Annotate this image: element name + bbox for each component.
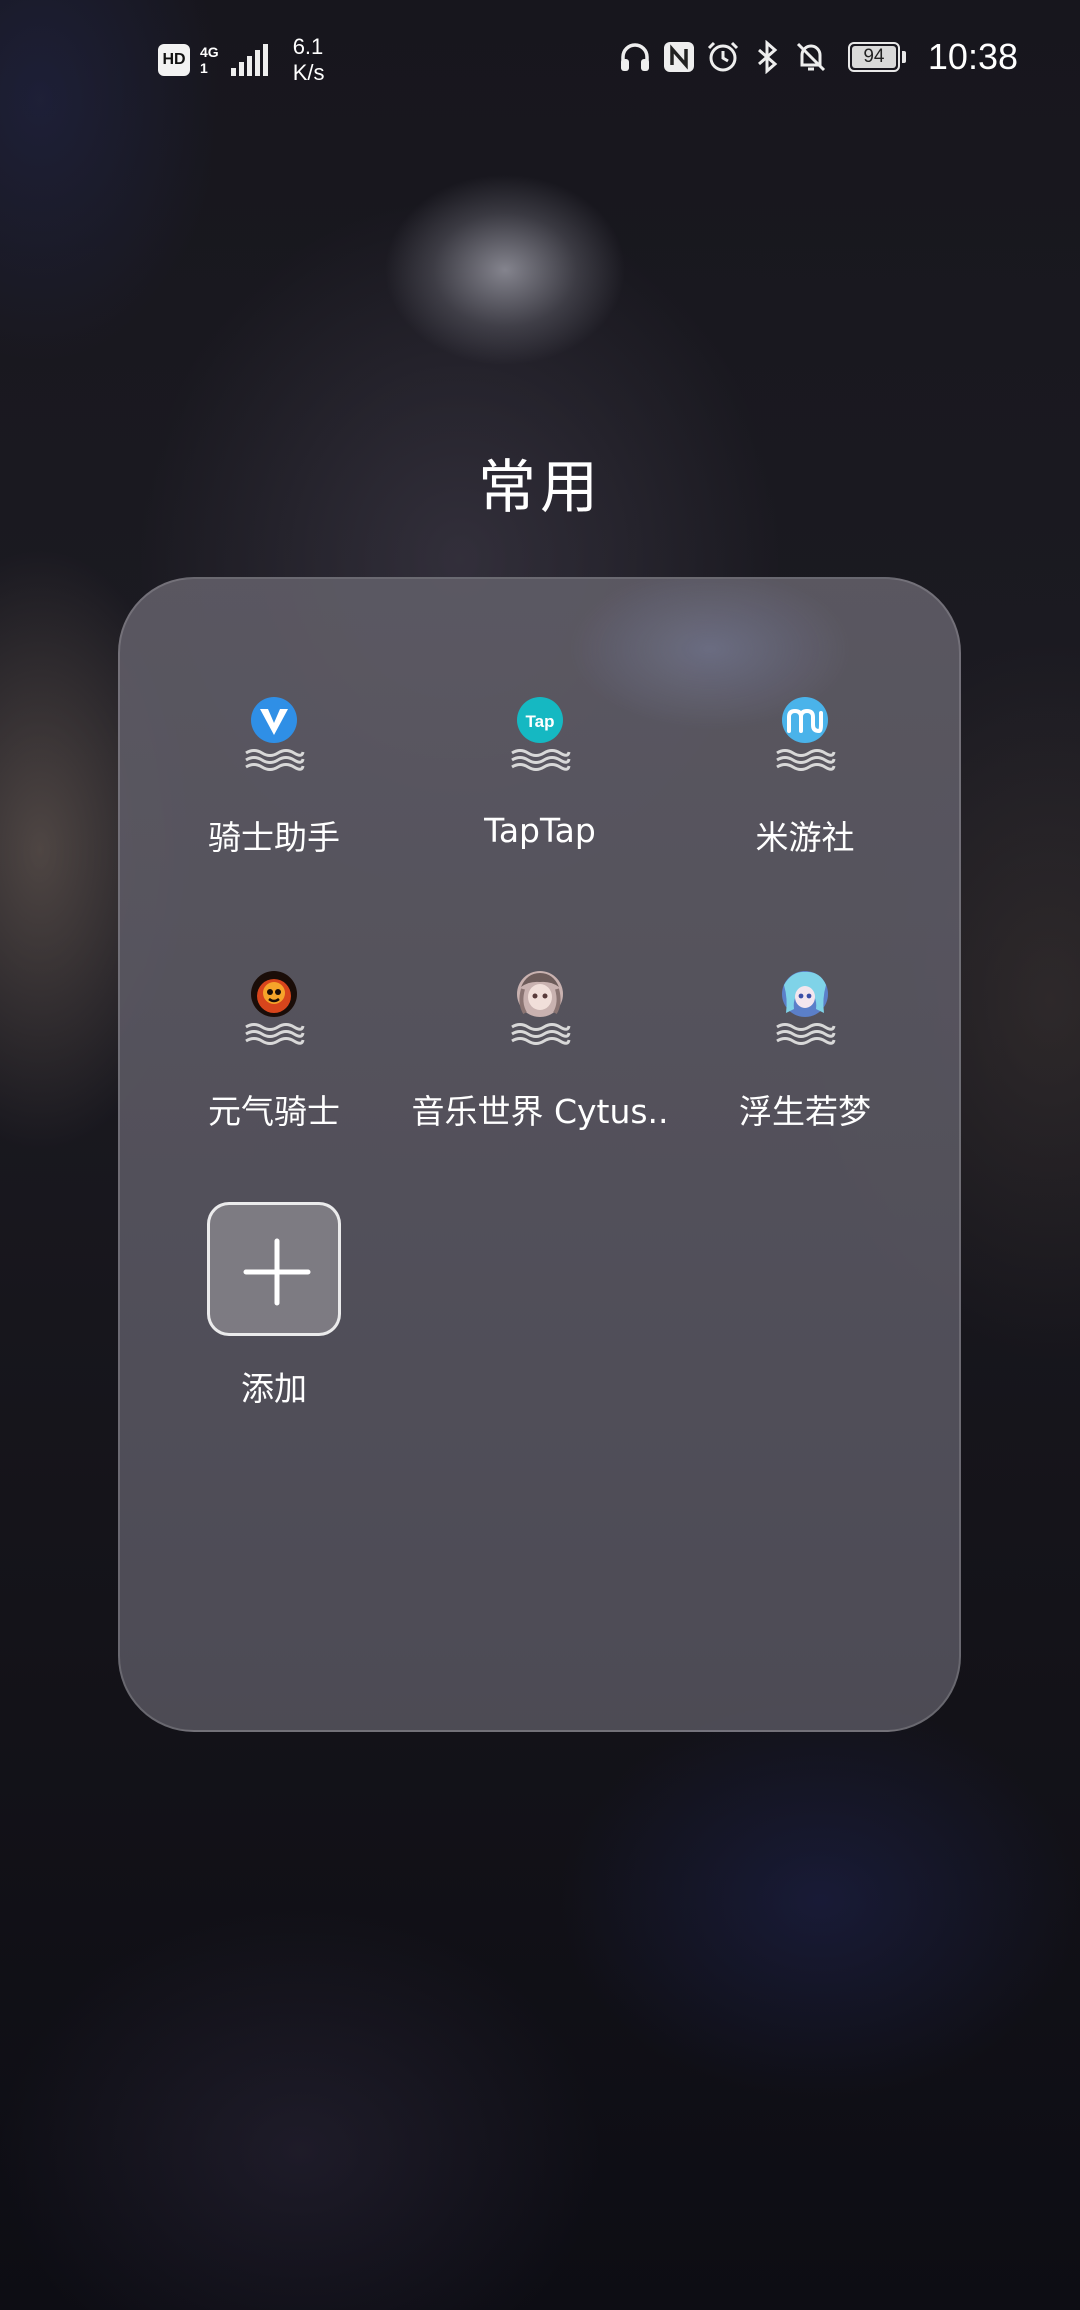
add-label: 添加	[241, 1369, 307, 1408]
status-right: 94 10:38	[618, 36, 1018, 78]
plus-icon	[243, 1238, 311, 1306]
battery-indicator: 94	[847, 42, 906, 72]
app-label: TapTap	[484, 811, 596, 850]
network-type: 4G 1	[200, 44, 219, 76]
network-speed: 6.1 K/s	[293, 34, 325, 86]
network-type-top: 4G	[200, 44, 219, 60]
miyoushe-icon	[776, 697, 836, 771]
soul-knight-icon	[245, 971, 305, 1045]
nfc-icon	[663, 42, 694, 72]
status-bar: HD 4G 1 6.1 K/s 94 10:38	[0, 0, 1080, 120]
signal-icon	[230, 44, 268, 76]
app-taptap[interactable]: Tap TapTap	[407, 695, 673, 850]
app-fusheng[interactable]: 浮生若梦	[672, 969, 938, 1133]
app-knight-assistant[interactable]: 骑士助手	[141, 695, 407, 859]
battery-level: 94	[863, 46, 885, 67]
headphones-icon	[620, 43, 649, 71]
add-button[interactable]	[207, 1202, 341, 1336]
network-speed-value: 6.1	[292, 34, 324, 59]
app-label: 米游社	[755, 818, 855, 857]
taptap-icon: Tap	[511, 697, 571, 771]
status-left: HD 4G 1 6.1 K/s	[158, 34, 324, 86]
bell-off-icon	[796, 42, 825, 72]
status-time: 10:38	[927, 36, 1018, 77]
app-soul-knight[interactable]: 元气骑士	[141, 969, 407, 1133]
app-label: 音乐世界 Cytus..	[411, 1092, 669, 1131]
network-type-bottom: 1	[200, 60, 208, 76]
network-speed-unit: K/s	[292, 60, 325, 85]
app-label: 浮生若梦	[739, 1092, 871, 1131]
app-cytus[interactable]: 音乐世界 Cytus..	[407, 969, 673, 1133]
alarm-icon	[707, 41, 738, 72]
knight-assistant-icon	[245, 697, 305, 771]
fusheng-icon	[776, 971, 836, 1045]
taptap-icon-text: Tap	[526, 712, 555, 731]
bluetooth-icon	[757, 40, 778, 74]
battery-tip	[901, 51, 906, 63]
app-miyoushe[interactable]: 米游社	[672, 695, 938, 859]
app-label: 骑士助手	[208, 818, 340, 857]
hd-badge: HD	[158, 44, 190, 76]
folder-title[interactable]: 常用	[0, 440, 1080, 524]
app-label: 元气骑士	[208, 1092, 340, 1131]
add-app[interactable]: 添加	[207, 1202, 341, 1410]
cytus-icon	[511, 971, 571, 1045]
